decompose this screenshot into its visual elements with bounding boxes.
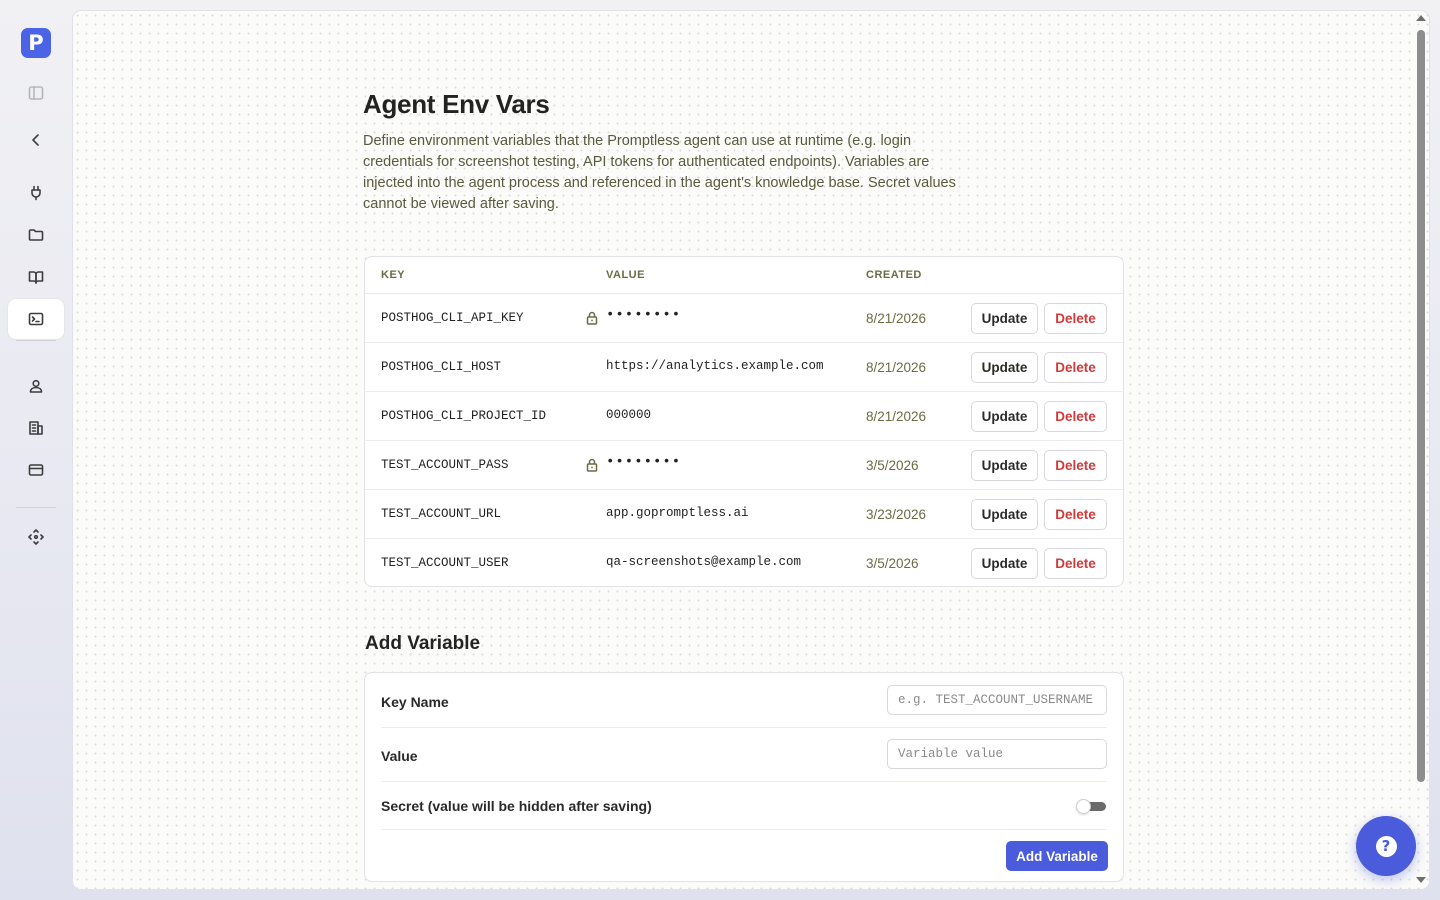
env-created-date: 3/5/2026: [866, 556, 919, 571]
main-panel: Agent Env Vars Define environment variab…: [73, 11, 1429, 889]
sidebar: P: [0, 0, 72, 900]
sidebar-item-profile[interactable]: [8, 366, 64, 406]
secret-label: Secret (value will be hidden after savin…: [381, 798, 652, 814]
page-title: Agent Env Vars: [363, 89, 550, 119]
env-created-date: 8/21/2026: [866, 409, 927, 424]
env-created-date: 3/23/2026: [866, 507, 927, 522]
env-value: ••••••••: [606, 307, 682, 323]
panel-icon: [28, 86, 44, 100]
env-value: https://analytics.example.com: [606, 359, 824, 373]
sidebar-item-docs[interactable]: [8, 257, 64, 297]
env-key: POSTHOG_CLI_PROJECT_ID: [381, 409, 547, 423]
env-value: app.gopromptless.ai: [606, 506, 749, 520]
key-name-label: Key Name: [381, 694, 449, 710]
header-created: CREATED: [866, 269, 922, 281]
env-created-date: 8/21/2026: [866, 360, 927, 375]
help-button[interactable]: ?: [1356, 816, 1416, 876]
sidebar-item-projects[interactable]: [8, 215, 64, 255]
book-icon: [28, 271, 44, 284]
delete-button[interactable]: Delete: [1044, 352, 1107, 383]
update-button[interactable]: Update: [971, 303, 1038, 334]
table-header: KEY VALUE CREATED: [365, 257, 1123, 294]
add-variable-form: Key Name Value Secret (value will be hid…: [364, 672, 1124, 882]
sidebar-item-integrations[interactable]: [8, 173, 64, 213]
sidebar-item-billing[interactable]: [8, 450, 64, 490]
delete-button[interactable]: Delete: [1044, 401, 1107, 432]
value-label: Value: [381, 748, 418, 764]
collapse-sidebar-button[interactable]: [8, 120, 64, 160]
sidebar-toggle-button[interactable]: [8, 73, 64, 113]
env-key: TEST_ACCOUNT_USER: [381, 556, 509, 570]
key-name-input[interactable]: [887, 685, 1107, 715]
env-value: 000000: [606, 408, 652, 422]
env-value: ••••••••: [606, 454, 682, 470]
page-description: Define environment variables that the Pr…: [363, 133, 956, 212]
table-row: POSTHOG_CLI_API_KEY •••••••• 8/21/2026 Upda…: [365, 294, 1123, 343]
delete-button[interactable]: Delete: [1044, 303, 1107, 334]
move-icon: [28, 529, 44, 545]
update-button[interactable]: Update: [971, 401, 1038, 432]
update-button[interactable]: Update: [971, 450, 1038, 481]
env-created-date: 3/5/2026: [866, 458, 919, 473]
header-value: VALUE: [606, 269, 645, 281]
update-button[interactable]: Update: [971, 499, 1038, 530]
table-row: TEST_ACCOUNT_URL app.gopromptless.ai 3/23/…: [365, 490, 1123, 539]
main-scrollbar[interactable]: [1413, 11, 1429, 889]
building-icon: [29, 421, 43, 435]
env-vars-table: KEY VALUE CREATED POSTHOG_CLI_API_KEY •••…: [364, 256, 1124, 587]
lock-icon: [586, 458, 598, 472]
env-key: TEST_ACCOUNT_URL: [381, 507, 502, 521]
sidebar-divider-2: [16, 507, 56, 508]
form-divider: [381, 781, 1107, 782]
update-button[interactable]: Update: [971, 352, 1038, 383]
table-row: TEST_ACCOUNT_USER qa-screenshots@example.…: [365, 539, 1123, 586]
form-divider: [381, 727, 1107, 728]
sidebar-item-env-vars[interactable]: [8, 299, 64, 339]
table-row: POSTHOG_CLI_HOST https://analytics.exampl…: [365, 343, 1123, 392]
secret-toggle[interactable]: [1076, 799, 1106, 814]
header-key: KEY: [381, 269, 406, 281]
env-key: TEST_ACCOUNT_PASS: [381, 458, 509, 472]
promptless-logo[interactable]: P: [21, 28, 51, 58]
toggle-knob: [1076, 799, 1091, 814]
credit-card-icon: [28, 464, 44, 476]
chevron-left-icon: [32, 134, 39, 146]
user-icon: [29, 379, 43, 393]
env-key: POSTHOG_CLI_API_KEY: [381, 311, 524, 325]
scroll-up-arrow[interactable]: [1416, 15, 1426, 21]
folder-icon: [28, 229, 44, 241]
plug-icon: [31, 185, 41, 201]
lock-icon: [586, 311, 598, 325]
delete-button[interactable]: Delete: [1044, 450, 1107, 481]
sidebar-item-admin[interactable]: [8, 517, 64, 557]
table-body: POSTHOG_CLI_API_KEY •••••••• 8/21/2026 Upda…: [365, 294, 1123, 586]
env-key: POSTHOG_CLI_HOST: [381, 360, 502, 374]
help-icon: ?: [1375, 835, 1397, 857]
scroll-thumb[interactable]: [1417, 30, 1425, 782]
delete-button[interactable]: Delete: [1044, 499, 1107, 530]
sidebar-item-organization[interactable]: [8, 408, 64, 448]
scroll-down-arrow[interactable]: [1416, 877, 1426, 883]
table-row: POSTHOG_CLI_PROJECT_ID 000000 8/21/2026 Upd…: [365, 392, 1123, 441]
sidebar-divider: [16, 340, 56, 341]
value-input[interactable]: [887, 739, 1107, 769]
add-variable-title: Add Variable: [365, 633, 481, 654]
form-divider: [381, 829, 1107, 830]
table-row: TEST_ACCOUNT_PASS •••••••• 3/5/2026 Update D…: [365, 441, 1123, 490]
add-variable-button[interactable]: Add Variable: [1006, 841, 1108, 871]
update-button[interactable]: Update: [971, 548, 1038, 579]
env-value: qa-screenshots@example.com: [606, 555, 802, 569]
env-created-date: 8/21/2026: [866, 311, 927, 326]
terminal-icon: [28, 312, 44, 326]
delete-button[interactable]: Delete: [1044, 548, 1107, 579]
